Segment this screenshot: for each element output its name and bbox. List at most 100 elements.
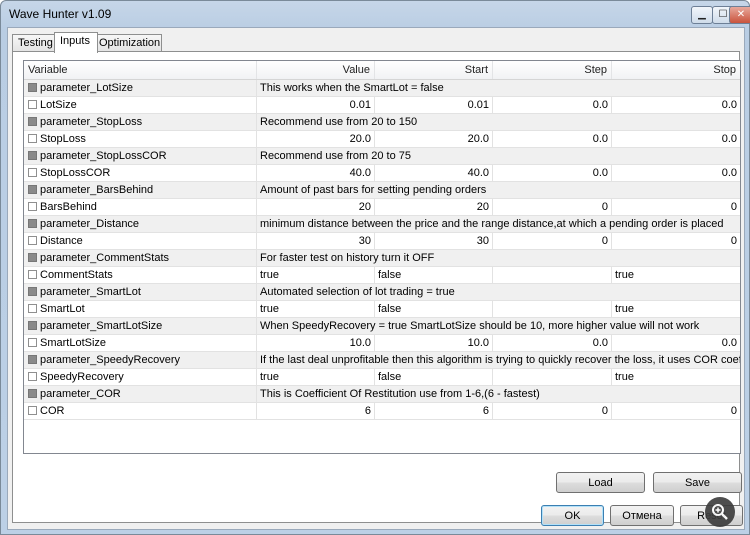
tab-inputs[interactable]: Inputs: [54, 32, 98, 53]
step-cell[interactable]: 0: [493, 199, 612, 215]
stop-cell[interactable]: 0.0: [612, 165, 740, 181]
value-cell[interactable]: true: [257, 301, 375, 317]
variable-name: SmartLotSize: [40, 337, 107, 349]
start-cell[interactable]: false: [375, 301, 493, 317]
minimize-button[interactable]: ▁: [691, 6, 713, 24]
input-row[interactable]: SpeedyRecovery true false true: [24, 369, 740, 386]
start-cell[interactable]: 40.0: [375, 165, 493, 181]
value-cell[interactable]: 10.0: [257, 335, 375, 351]
start-cell[interactable]: 0.01: [375, 97, 493, 113]
optimize-checkbox: [28, 253, 37, 262]
optimize-checkbox[interactable]: [28, 236, 37, 245]
input-row[interactable]: LotSize 0.01 0.01 0.0 0.0: [24, 97, 740, 114]
tab-testing[interactable]: Testing: [12, 34, 60, 52]
value-cell[interactable]: 20: [257, 199, 375, 215]
load-button[interactable]: Load: [556, 472, 645, 493]
input-row[interactable]: StopLoss 20.0 20.0 0.0 0.0: [24, 131, 740, 148]
window-title: Wave Hunter v1.09: [9, 7, 112, 21]
start-cell[interactable]: 20: [375, 199, 493, 215]
parameter-row[interactable]: parameter_SpeedyRecovery If the last deal…: [24, 352, 740, 369]
input-row[interactable]: CommentStats true false true: [24, 267, 740, 284]
start-cell[interactable]: 30: [375, 233, 493, 249]
stop-cell[interactable]: true: [612, 369, 740, 385]
optimize-checkbox[interactable]: [28, 202, 37, 211]
cancel-button[interactable]: Отмена: [610, 505, 674, 526]
value-cell[interactable]: true: [257, 369, 375, 385]
parameter-row[interactable]: parameter_CommentStats For faster test on…: [24, 250, 740, 267]
input-row[interactable]: SmartLotSize 10.0 10.0 0.0 0.0: [24, 335, 740, 352]
step-cell[interactable]: [493, 301, 612, 317]
close-button[interactable]: ✕: [729, 6, 750, 24]
stop-cell[interactable]: 0: [612, 233, 740, 249]
start-cell[interactable]: 10.0: [375, 335, 493, 351]
parameter-row[interactable]: parameter_SmartLotSize When SpeedyRecover…: [24, 318, 740, 335]
parameter-description: This works when the SmartLot = false: [260, 82, 444, 94]
value-cell[interactable]: 20.0: [257, 131, 375, 147]
input-row[interactable]: COR 6 6 0 0: [24, 403, 740, 420]
header-start[interactable]: Start: [375, 61, 493, 79]
parameter-row[interactable]: parameter_Distance minimum distance betwe…: [24, 216, 740, 233]
value-cell[interactable]: 0.01: [257, 97, 375, 113]
optimize-checkbox[interactable]: [28, 338, 37, 347]
input-row[interactable]: StopLossCOR 40.0 40.0 0.0 0.0: [24, 165, 740, 182]
tab-optimization[interactable]: Optimization: [93, 34, 162, 52]
step-cell[interactable]: 0.0: [493, 131, 612, 147]
save-button[interactable]: Save: [653, 472, 742, 493]
optimize-checkbox: [28, 219, 37, 228]
zoom-overlay-button[interactable]: [705, 497, 735, 527]
header-stop[interactable]: Stop: [612, 61, 740, 79]
variable-cell: CommentStats: [24, 267, 257, 283]
variable-cell: SmartLotSize: [24, 335, 257, 351]
optimize-checkbox[interactable]: [28, 270, 37, 279]
header-step[interactable]: Step: [493, 61, 612, 79]
step-cell[interactable]: 0.0: [493, 165, 612, 181]
step-cell[interactable]: [493, 267, 612, 283]
value-cell[interactable]: 30: [257, 233, 375, 249]
parameter-row[interactable]: parameter_BarsBehind Amount of past bars …: [24, 182, 740, 199]
optimize-checkbox[interactable]: [28, 406, 37, 415]
parameter-row[interactable]: parameter_COR This is Coefficient Of Rest…: [24, 386, 740, 403]
stop-cell[interactable]: 0.0: [612, 131, 740, 147]
header-value[interactable]: Value: [257, 61, 375, 79]
inputs-grid[interactable]: Variable Value Start Step Stop parameter…: [23, 60, 741, 454]
start-cell[interactable]: false: [375, 369, 493, 385]
stop-cell[interactable]: true: [612, 267, 740, 283]
stop-cell[interactable]: 0: [612, 403, 740, 419]
value-cell[interactable]: 40.0: [257, 165, 375, 181]
input-row[interactable]: SmartLot true false true: [24, 301, 740, 318]
variable-cell: StopLossCOR: [24, 165, 257, 181]
optimize-checkbox[interactable]: [28, 304, 37, 313]
start-cell[interactable]: 6: [375, 403, 493, 419]
start-cell[interactable]: 20.0: [375, 131, 493, 147]
variable-name: Distance: [40, 235, 83, 247]
parameter-row[interactable]: parameter_StopLoss Recommend use from 20 …: [24, 114, 740, 131]
parameter-row[interactable]: parameter_StopLossCOR Recommend use from …: [24, 148, 740, 165]
optimize-checkbox[interactable]: [28, 372, 37, 381]
step-cell[interactable]: 0: [493, 403, 612, 419]
step-cell[interactable]: 0.0: [493, 335, 612, 351]
title-bar[interactable]: Wave Hunter v1.09 ▁ ☐ ✕: [1, 1, 750, 27]
header-variable[interactable]: Variable: [24, 61, 257, 79]
stop-cell[interactable]: 0.0: [612, 335, 740, 351]
step-cell[interactable]: [493, 369, 612, 385]
start-cell[interactable]: false: [375, 267, 493, 283]
value-cell[interactable]: 6: [257, 403, 375, 419]
parameter-row[interactable]: parameter_SmartLot Automated selection of…: [24, 284, 740, 301]
stop-cell[interactable]: true: [612, 301, 740, 317]
step-cell[interactable]: 0: [493, 233, 612, 249]
stop-cell[interactable]: 0.0: [612, 97, 740, 113]
variable-name: parameter_SmartLotSize: [40, 320, 163, 332]
ok-button[interactable]: OK: [541, 505, 604, 526]
stop-cell[interactable]: 0: [612, 199, 740, 215]
optimize-checkbox[interactable]: [28, 100, 37, 109]
input-row[interactable]: BarsBehind 20 20 0 0: [24, 199, 740, 216]
optimize-checkbox[interactable]: [28, 168, 37, 177]
parameter-row[interactable]: parameter_LotSize This works when the Sma…: [24, 80, 740, 97]
input-row[interactable]: Distance 30 30 0 0: [24, 233, 740, 250]
value-cell[interactable]: true: [257, 267, 375, 283]
dialog-client: Testing Inputs Optimization Variable Val…: [7, 27, 745, 530]
inputs-panel: Variable Value Start Step Stop parameter…: [12, 51, 742, 523]
optimize-checkbox[interactable]: [28, 134, 37, 143]
step-cell[interactable]: 0.0: [493, 97, 612, 113]
maximize-icon: ☐: [718, 9, 728, 20]
